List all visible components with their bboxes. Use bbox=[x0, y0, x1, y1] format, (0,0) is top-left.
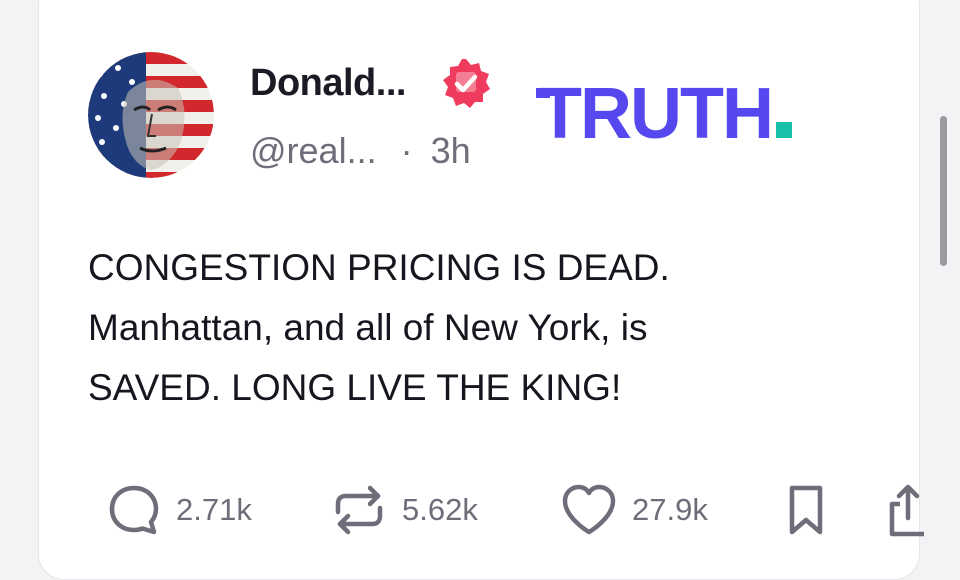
reply-count: 2.71k bbox=[176, 492, 252, 527]
author-avatar[interactable] bbox=[88, 52, 214, 178]
repost-icon bbox=[330, 482, 388, 538]
meta-separator: · bbox=[400, 130, 413, 171]
retruth-count: 5.62k bbox=[402, 492, 478, 527]
post-timestamp[interactable]: 3h bbox=[431, 130, 471, 171]
post-actions-bar: 2.71k 5.62k 27.9k bbox=[0, 478, 960, 548]
heart-icon bbox=[560, 482, 618, 538]
share-button[interactable] bbox=[886, 478, 926, 542]
logo-wordmark: TRUTH bbox=[538, 74, 774, 154]
like-button[interactable]: 27.9k bbox=[560, 478, 708, 542]
bookmark-icon bbox=[786, 482, 826, 538]
retruth-button[interactable]: 5.62k bbox=[330, 478, 478, 542]
comment-icon bbox=[106, 482, 162, 538]
logo-tick-mark bbox=[536, 88, 550, 98]
truth-social-logo: TRUTH bbox=[536, 78, 792, 150]
post-body: CONGESTION PRICING IS DEAD. Manhattan, a… bbox=[88, 247, 670, 408]
like-count: 27.9k bbox=[632, 492, 708, 527]
author-display-name[interactable]: Donald... bbox=[250, 62, 406, 105]
reply-button[interactable]: 2.71k bbox=[106, 478, 252, 542]
bookmark-button[interactable] bbox=[786, 478, 826, 542]
verified-badge-icon bbox=[440, 57, 492, 109]
logo-dot bbox=[775, 122, 792, 138]
share-icon bbox=[886, 482, 926, 538]
author-meta: @real... · 3h bbox=[250, 130, 471, 172]
scrollbar-thumb[interactable] bbox=[940, 116, 947, 266]
author-handle[interactable]: @real... bbox=[250, 130, 377, 171]
